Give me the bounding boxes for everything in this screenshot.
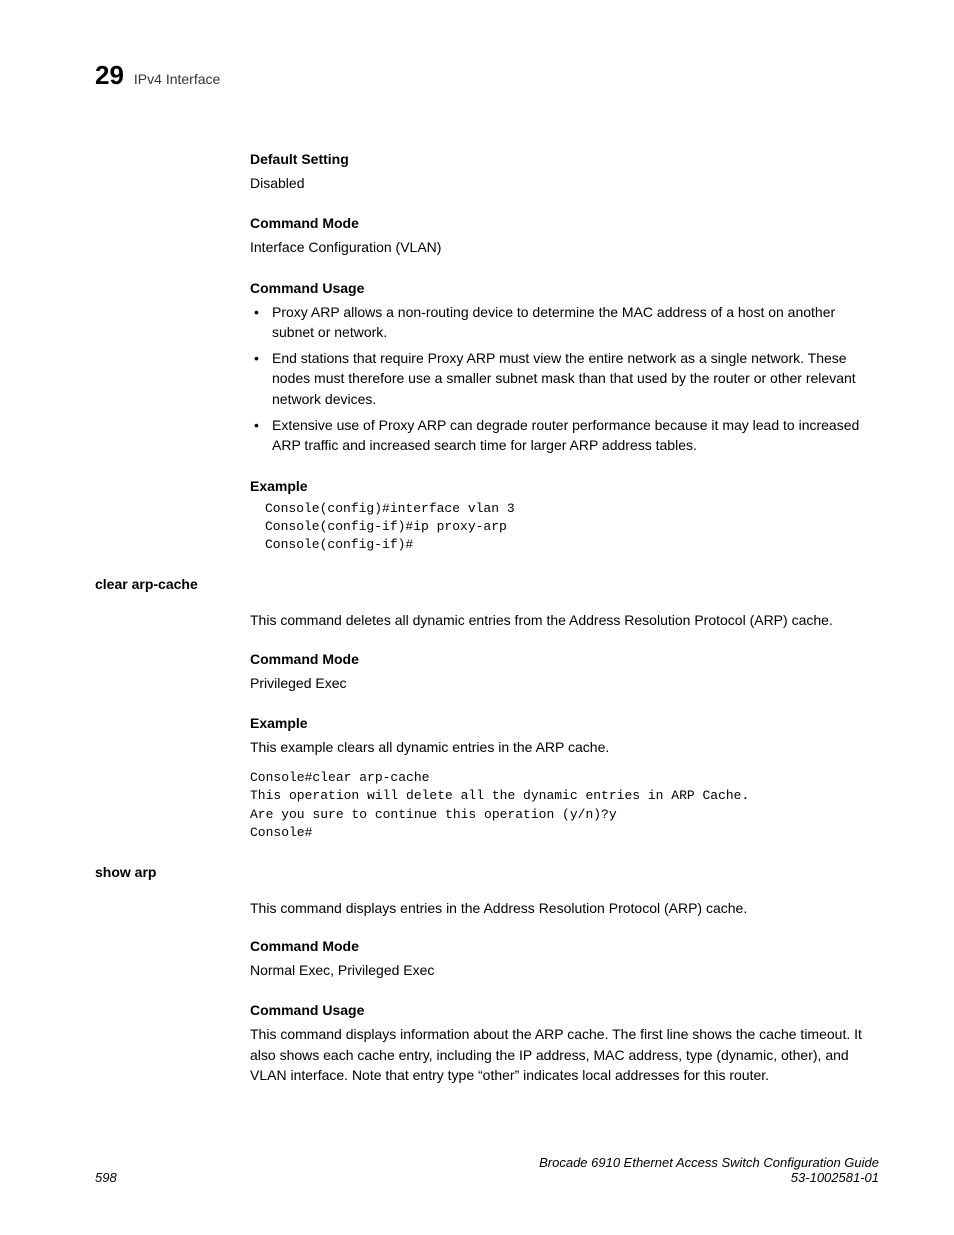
clear-arp-example-heading: Example: [250, 715, 879, 731]
footer-right: Brocade 6910 Ethernet Access Switch Conf…: [539, 1155, 879, 1185]
command-usage-list-1: Proxy ARP allows a non-routing device to…: [250, 302, 879, 456]
default-setting-heading: Default Setting: [250, 151, 879, 167]
chapter-number: 29: [95, 60, 124, 91]
default-setting-text: Disabled: [250, 173, 879, 193]
list-item: End stations that require Proxy ARP must…: [250, 348, 879, 409]
clear-arp-command-mode-text: Privileged Exec: [250, 673, 879, 693]
page-header: 29 IPv4 Interface: [95, 60, 879, 91]
doc-number: 53-1002581-01: [539, 1170, 879, 1185]
show-arp-command-usage-text: This command displays information about …: [250, 1024, 879, 1085]
command-usage-heading-1: Command Usage: [250, 280, 879, 296]
chapter-title: IPv4 Interface: [134, 71, 220, 87]
clear-arp-cache-description: This command deletes all dynamic entries…: [250, 610, 879, 630]
example-section-1: Example Console(config)#interface vlan 3…: [250, 478, 879, 555]
clear-arp-cache-command: clear arp-cache: [95, 576, 879, 592]
command-usage-section-1: Command Usage Proxy ARP allows a non-rou…: [250, 280, 879, 456]
command-mode-text-1: Interface Configuration (VLAN): [250, 237, 879, 257]
clear-arp-command-mode-section: Command Mode Privileged Exec: [250, 651, 879, 693]
show-arp-command-mode-text: Normal Exec, Privileged Exec: [250, 960, 879, 980]
list-item: Proxy ARP allows a non-routing device to…: [250, 302, 879, 343]
show-arp-command-usage-section: Command Usage This command displays info…: [250, 1002, 879, 1085]
doc-title: Brocade 6910 Ethernet Access Switch Conf…: [539, 1155, 879, 1170]
clear-arp-example-text: This example clears all dynamic entries …: [250, 737, 879, 757]
show-arp-command: show arp: [95, 864, 879, 880]
show-arp-command-mode-heading: Command Mode: [250, 938, 879, 954]
show-arp-command-mode-section: Command Mode Normal Exec, Privileged Exe…: [250, 938, 879, 980]
clear-arp-cache-content: This command deletes all dynamic entries…: [250, 610, 879, 842]
example-heading-1: Example: [250, 478, 879, 494]
clear-arp-example-section: Example This example clears all dynamic …: [250, 715, 879, 842]
example-code-1: Console(config)#interface vlan 3 Console…: [265, 500, 879, 555]
clear-arp-example-code: Console#clear arp-cache This operation w…: [250, 769, 879, 842]
command-mode-heading-1: Command Mode: [250, 215, 879, 231]
list-item: Extensive use of Proxy ARP can degrade r…: [250, 415, 879, 456]
command-mode-section-1: Command Mode Interface Configuration (VL…: [250, 215, 879, 257]
show-arp-description: This command displays entries in the Add…: [250, 898, 879, 918]
show-arp-command-usage-heading: Command Usage: [250, 1002, 879, 1018]
page-number: 598: [95, 1170, 117, 1185]
show-arp-content: This command displays entries in the Add…: [250, 898, 879, 1085]
clear-arp-command-mode-heading: Command Mode: [250, 651, 879, 667]
main-content: Default Setting Disabled Command Mode In…: [250, 151, 879, 554]
default-setting-section: Default Setting Disabled: [250, 151, 879, 193]
page-footer: 598 Brocade 6910 Ethernet Access Switch …: [95, 1155, 879, 1185]
